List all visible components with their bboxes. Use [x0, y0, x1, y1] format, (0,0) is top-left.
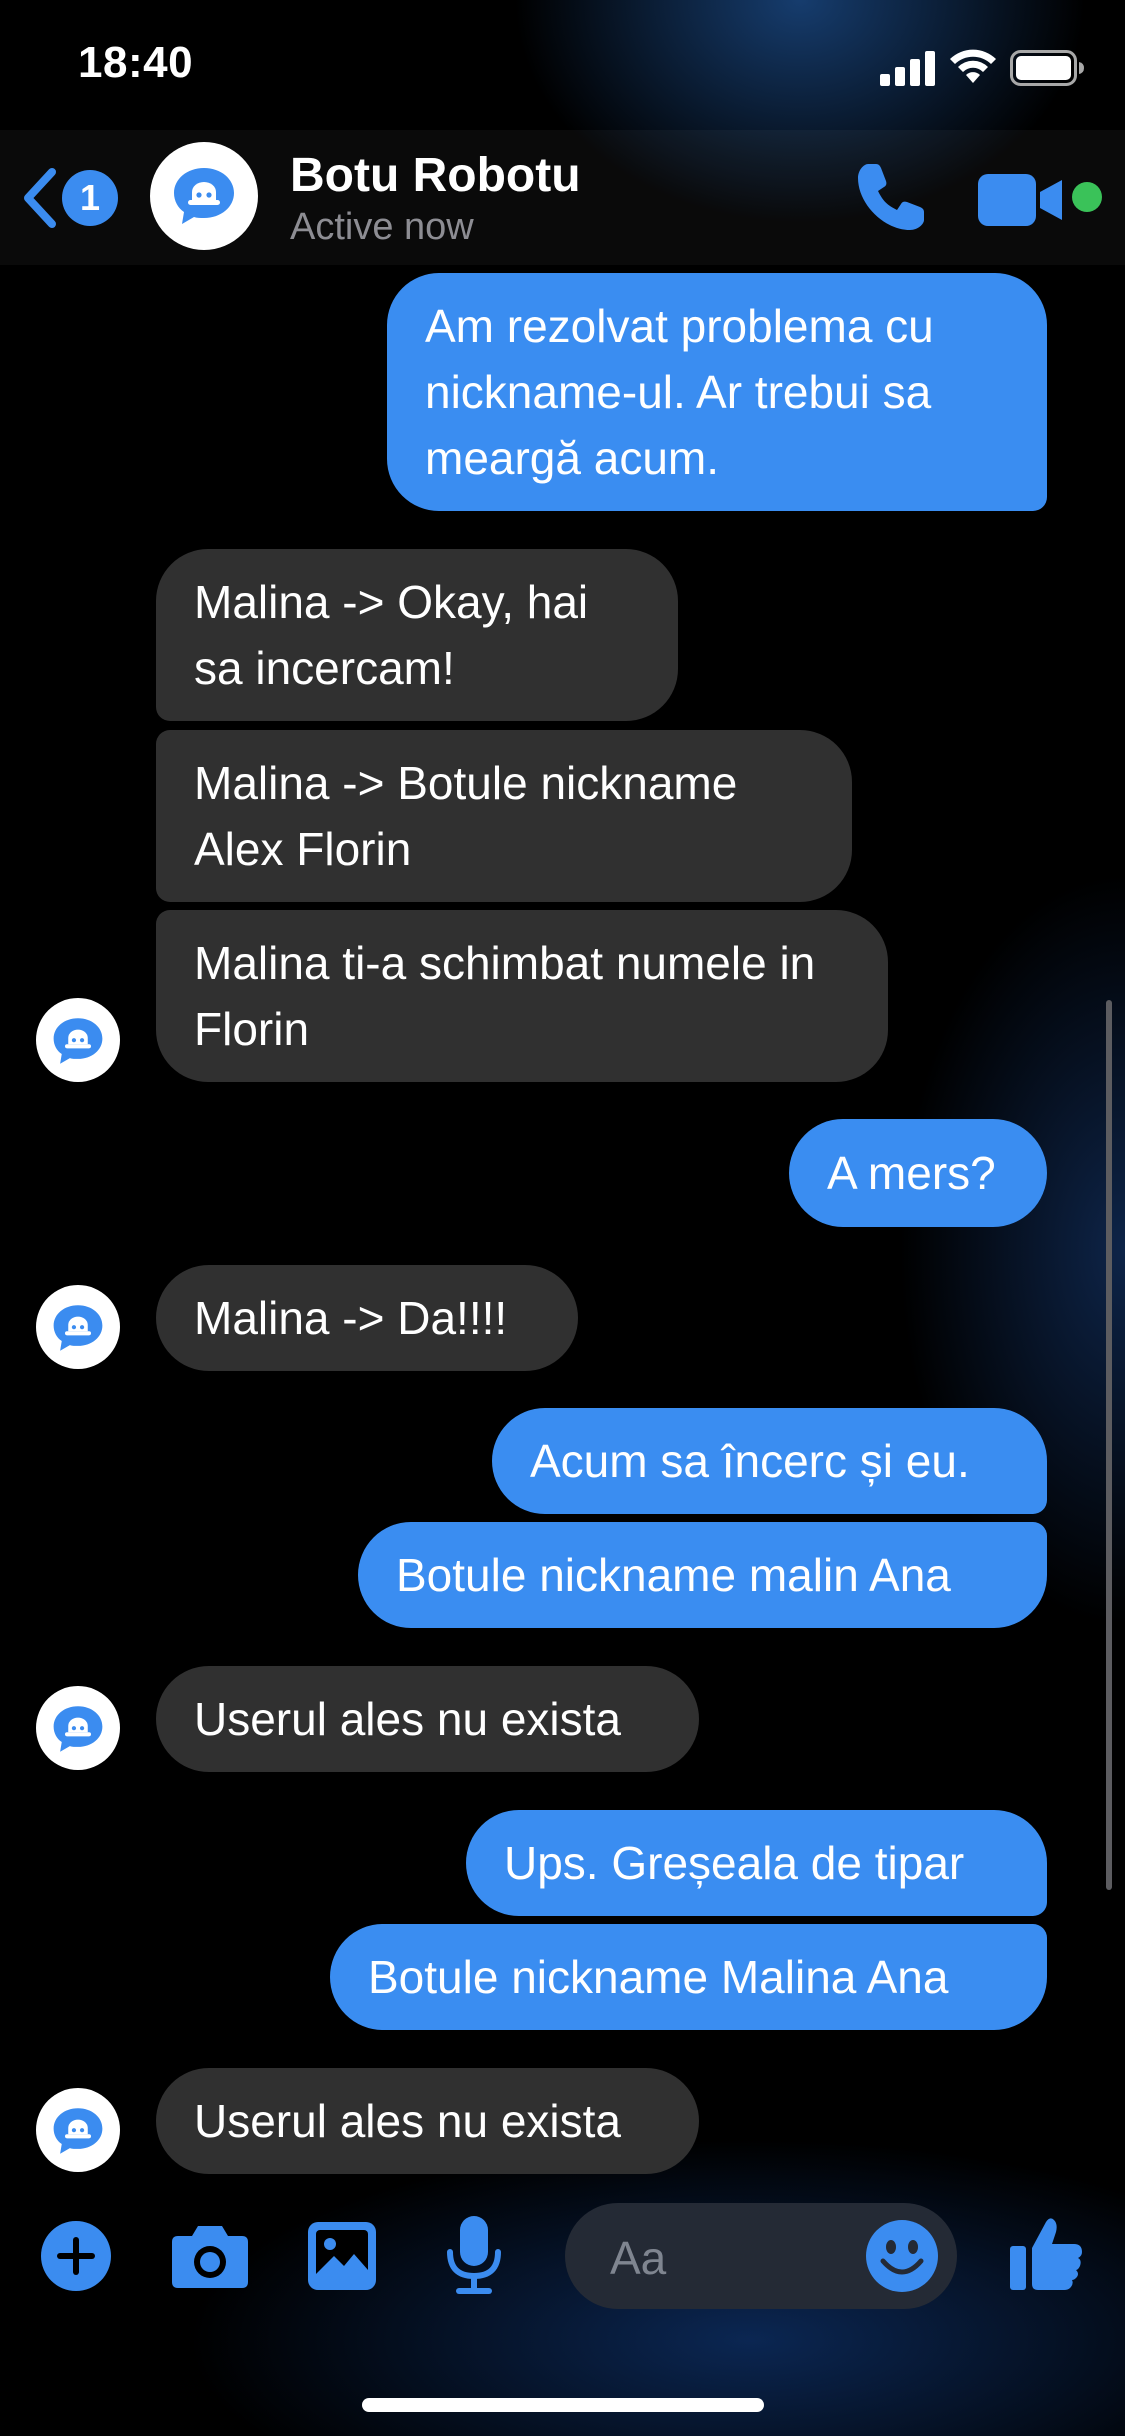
- message-text: Ups. Greșeala de tipar: [504, 1837, 965, 1889]
- contact-name[interactable]: Botu Robotu: [290, 148, 581, 203]
- bot-avatar-icon: [53, 2108, 103, 2154]
- message-text: Am rezolvat problema cu nickname-ul. Ar …: [425, 300, 934, 484]
- bot-avatar-icon: [53, 1018, 103, 1064]
- message-text: Malina ti-a schimbat numele in Florin: [194, 937, 816, 1055]
- unread-badge: 1: [62, 170, 118, 226]
- messenger-chat-screen: 18:40 1 Botu Robotu Active now Am rezolv…: [0, 0, 1125, 2436]
- message-received[interactable]: Malina -> Da!!!!: [156, 1265, 578, 1371]
- message-received[interactable]: Userul ales nu exista: [156, 2068, 699, 2174]
- video-camera-icon[interactable]: [978, 174, 1064, 226]
- back-button[interactable]: 1: [20, 168, 120, 228]
- phone-icon[interactable]: [852, 160, 928, 236]
- home-indicator[interactable]: [362, 2398, 764, 2412]
- message-sent[interactable]: A mers?: [789, 1119, 1047, 1227]
- bot-avatar[interactable]: [36, 2088, 120, 2172]
- message-received[interactable]: Userul ales nu exista: [156, 1666, 699, 1772]
- message-received[interactable]: Malina -> Botule nickname Alex Florin: [156, 730, 852, 902]
- bot-avatar[interactable]: [36, 998, 120, 1082]
- camera-icon[interactable]: [170, 2222, 250, 2290]
- signal-icon: [880, 51, 935, 86]
- message-sent[interactable]: Ups. Greșeala de tipar: [466, 1810, 1047, 1916]
- message-text: A mers?: [827, 1147, 996, 1199]
- chat-header: 1 Botu Robotu Active now: [0, 130, 1125, 265]
- bot-avatar[interactable]: [36, 1686, 120, 1770]
- message-sent[interactable]: Acum sa încerc și eu.: [492, 1408, 1047, 1514]
- message-sent[interactable]: Am rezolvat problema cu nickname-ul. Ar …: [387, 273, 1047, 511]
- message-received[interactable]: Malina -> Okay, hai sa incercam!: [156, 549, 678, 721]
- wifi-icon: [950, 49, 996, 83]
- bot-avatar-icon: [53, 1706, 103, 1752]
- bot-avatar-icon: [53, 1305, 103, 1351]
- battery-icon: [1010, 50, 1084, 86]
- message-text: Botule nickname Malina Ana: [368, 1951, 949, 2003]
- message-received[interactable]: Malina ti-a schimbat numele in Florin: [156, 910, 888, 1082]
- message-input-placeholder: Aa: [610, 2232, 667, 2284]
- message-sent[interactable]: Botule nickname Malina Ana: [330, 1924, 1047, 2030]
- scroll-indicator[interactable]: [1106, 1000, 1112, 1890]
- gallery-icon[interactable]: [306, 2220, 378, 2292]
- message-text: Userul ales nu exista: [194, 1693, 621, 1745]
- message-text: Malina -> Okay, hai sa incercam!: [194, 576, 589, 694]
- online-indicator: [1072, 182, 1102, 212]
- message-text: Malina -> Da!!!!: [194, 1292, 508, 1344]
- bot-avatar[interactable]: [36, 1285, 120, 1369]
- thumbs-up-icon[interactable]: [1008, 2214, 1084, 2292]
- emoji-icon[interactable]: [865, 2219, 939, 2293]
- message-text: Acum sa încerc și eu.: [530, 1435, 970, 1487]
- status-time: 18:40: [78, 38, 194, 87]
- message-text: Botule nickname malin Ana: [396, 1549, 951, 1601]
- message-sent[interactable]: Botule nickname malin Ana: [358, 1522, 1047, 1628]
- back-chevron-icon: [24, 168, 56, 228]
- message-text: Userul ales nu exista: [194, 2095, 621, 2147]
- bot-avatar-icon: [174, 168, 234, 224]
- contact-status: Active now: [290, 206, 474, 248]
- contact-avatar[interactable]: [150, 142, 258, 250]
- microphone-icon[interactable]: [444, 2214, 504, 2298]
- message-input[interactable]: Aa: [565, 2203, 957, 2309]
- plus-icon[interactable]: [40, 2220, 112, 2292]
- message-text: Malina -> Botule nickname Alex Florin: [194, 757, 738, 875]
